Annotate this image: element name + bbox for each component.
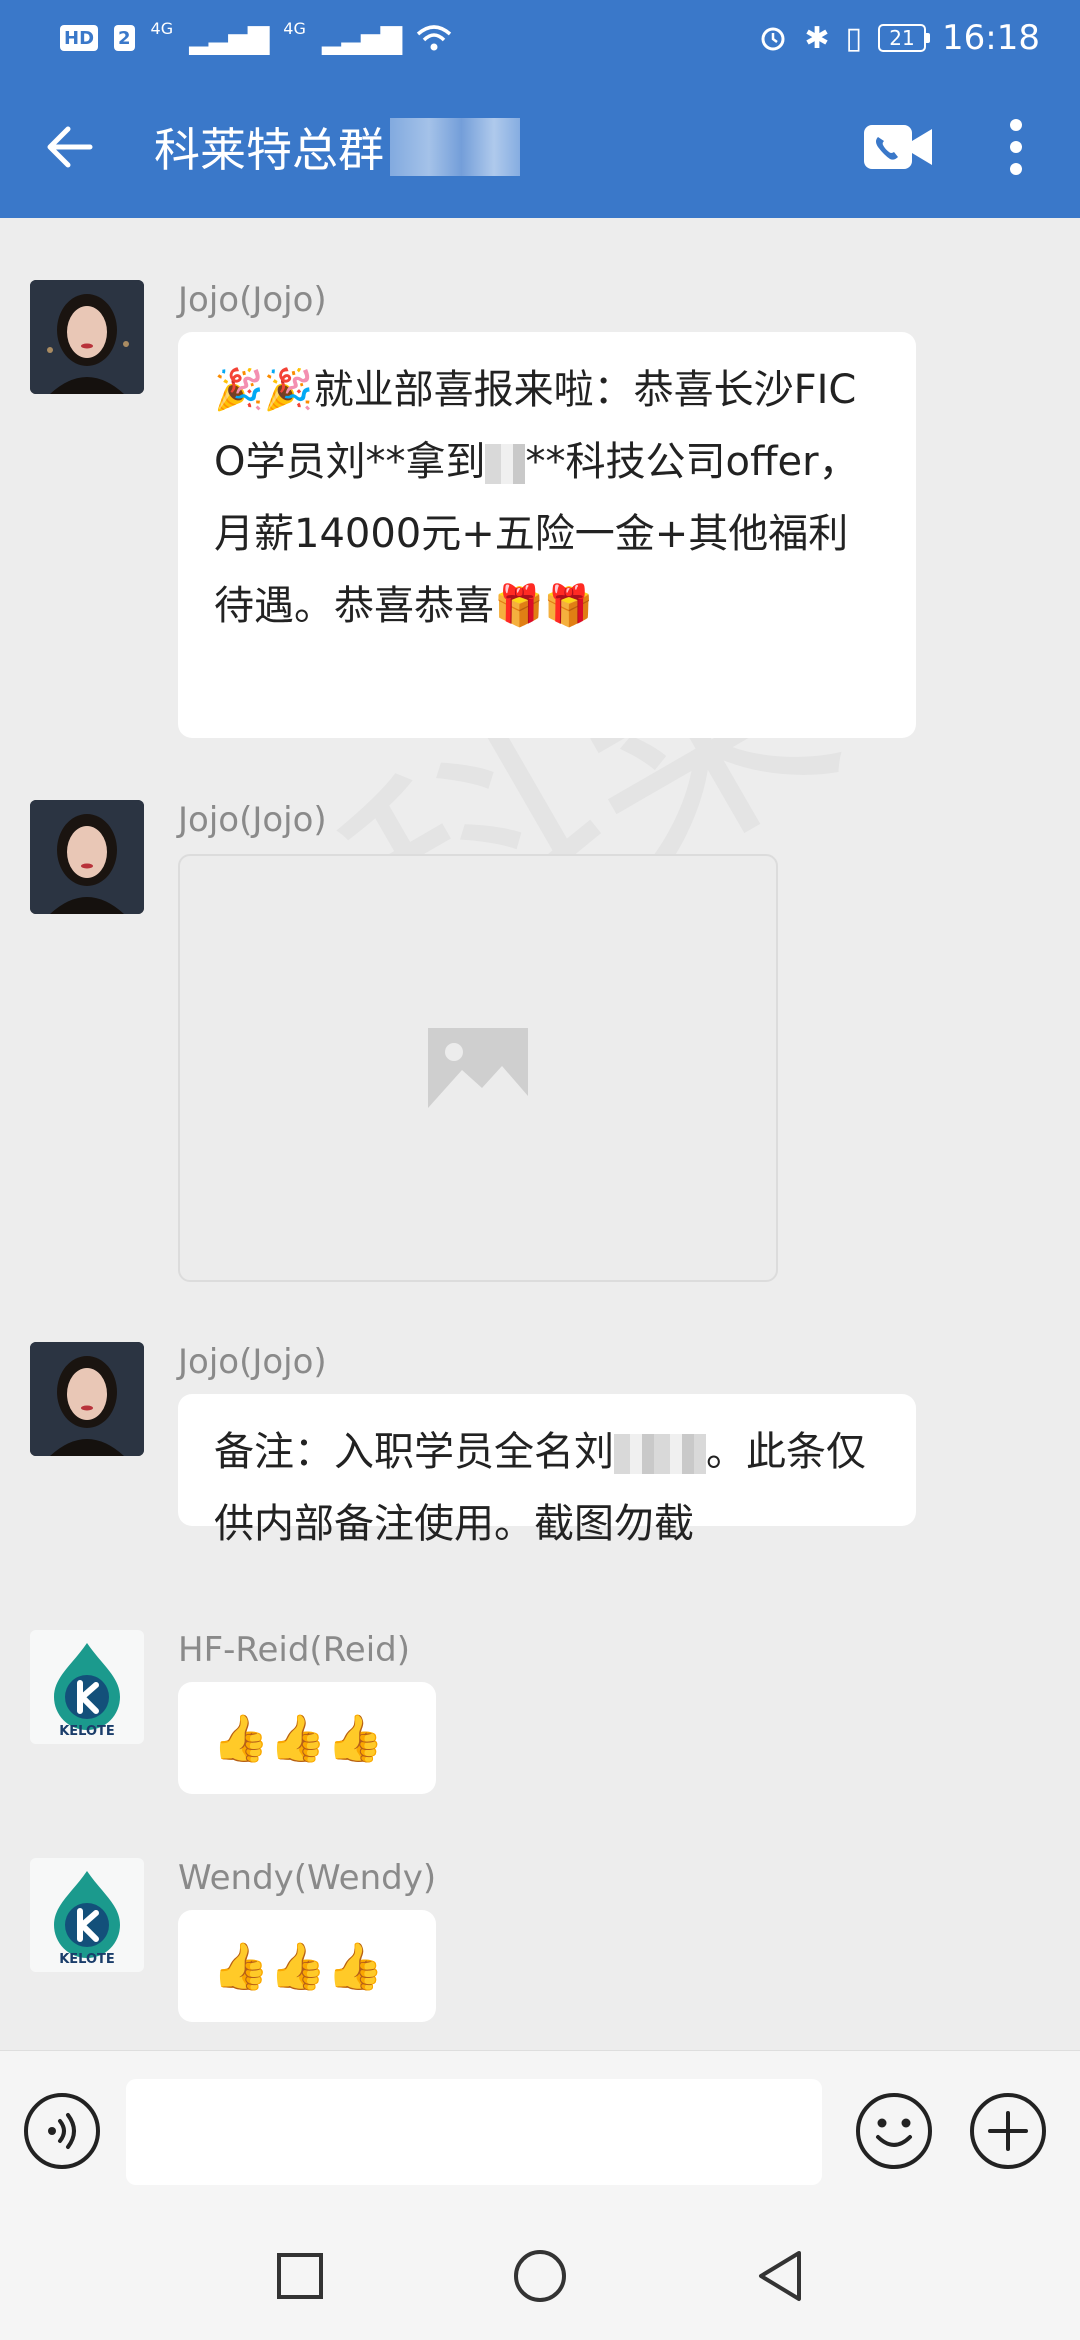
plus-icon bbox=[970, 2093, 1046, 2169]
svg-text:KELOTE: KELOTE bbox=[59, 1952, 115, 1965]
home-button[interactable] bbox=[508, 2244, 572, 2308]
message-input[interactable] bbox=[126, 2079, 822, 2185]
person-photo-icon bbox=[30, 800, 144, 914]
input-bar bbox=[0, 2050, 1080, 2213]
kelote-logo-icon: KELOTE bbox=[54, 1643, 120, 1737]
status-left: HD 2 4G ▂▃▅▇ 4G ▂▃▅▇ bbox=[60, 18, 452, 55]
message-text: 备注：入职学员全名刘 bbox=[214, 1429, 614, 1475]
avatar[interactable] bbox=[30, 1342, 144, 1456]
sender-name: HF-Reid(Reid) bbox=[178, 1630, 411, 1670]
back-nav-button[interactable] bbox=[748, 2244, 812, 2308]
back-icon bbox=[759, 2251, 801, 2301]
video-call-icon bbox=[864, 125, 932, 169]
message-bubble[interactable]: 👍👍👍 bbox=[178, 1910, 436, 2022]
person-photo-icon bbox=[30, 280, 144, 394]
more-vertical-icon bbox=[1010, 119, 1022, 175]
message-bubble[interactable]: 👍👍👍 bbox=[178, 1682, 436, 1794]
recent-apps-icon bbox=[277, 2253, 323, 2299]
hd-badge: HD bbox=[60, 25, 99, 51]
clock: 16:18 bbox=[942, 18, 1040, 58]
back-arrow-icon bbox=[47, 126, 93, 168]
signal-icon: ▂▃▅▇ bbox=[189, 21, 269, 55]
system-nav-bar bbox=[0, 2212, 1080, 2340]
sender-name: Jojo(Jojo) bbox=[178, 1342, 327, 1382]
wifi-icon bbox=[416, 25, 452, 51]
sender-name: Jojo(Jojo) bbox=[178, 280, 327, 320]
person-photo-icon bbox=[30, 1342, 144, 1456]
avatar[interactable] bbox=[30, 280, 144, 394]
avatar[interactable]: KELOTE bbox=[30, 1858, 144, 1972]
more-button[interactable] bbox=[986, 111, 1046, 183]
network-2: 4G bbox=[283, 18, 306, 38]
emoji-button[interactable] bbox=[854, 2091, 934, 2171]
svg-text:KELOTE: KELOTE bbox=[59, 1724, 115, 1737]
sender-name: Wendy(Wendy) bbox=[178, 1858, 437, 1898]
redacted-text bbox=[485, 444, 526, 484]
image-placeholder-icon bbox=[428, 1028, 528, 1108]
message-emoji: 👍👍👍 bbox=[212, 1939, 384, 1993]
status-bar: HD 2 4G ▂▃▅▇ 4G ▂▃▅▇ ✱ ▯ 21 16:18 bbox=[0, 0, 1080, 76]
image-message[interactable] bbox=[178, 854, 778, 1282]
redacted-text bbox=[614, 1434, 706, 1474]
avatar[interactable]: KELOTE bbox=[30, 1630, 144, 1744]
sender-name: Jojo(Jojo) bbox=[178, 800, 327, 840]
avatar[interactable] bbox=[30, 800, 144, 914]
message-bubble[interactable]: 备注：入职学员全名刘 。此条仅供内部备注使用。截图勿截 bbox=[178, 1394, 916, 1547]
recent-apps-button[interactable] bbox=[268, 2244, 332, 2308]
more-options-button[interactable] bbox=[968, 2091, 1048, 2171]
vibrate-icon: ▯ bbox=[845, 20, 863, 56]
chat-area[interactable]: 科莱 Jojo(Jojo) 🎉🎉就业部喜报来啦：恭喜长沙FICO学员刘**拿到*… bbox=[0, 218, 1080, 2050]
redacted-title-suffix bbox=[390, 118, 520, 176]
alarm-icon bbox=[761, 27, 785, 51]
home-icon bbox=[514, 2250, 566, 2302]
bluetooth-icon: ✱ bbox=[804, 20, 830, 56]
video-call-button[interactable] bbox=[858, 111, 938, 183]
chat-title-text: 科莱特总群 bbox=[154, 123, 384, 177]
signal-icon-2: ▂▃▅▇ bbox=[321, 21, 402, 55]
battery-indicator: 21 bbox=[878, 24, 931, 52]
emoji-icon bbox=[856, 2093, 932, 2169]
network-1: 4G bbox=[150, 18, 174, 38]
message-emoji: 👍👍👍 bbox=[212, 1711, 384, 1765]
chat-title: 科莱特总群 bbox=[154, 114, 858, 180]
kelote-logo-icon: KELOTE bbox=[54, 1871, 120, 1965]
title-bar: 科莱特总群 bbox=[0, 76, 1080, 218]
voice-icon bbox=[24, 2093, 100, 2169]
status-right: ✱ ▯ 21 16:18 bbox=[758, 18, 1040, 58]
message-bubble[interactable]: 🎉🎉就业部喜报来啦：恭喜长沙FICO学员刘**拿到 **科技公司offer，月薪1… bbox=[178, 332, 916, 738]
voice-button[interactable] bbox=[22, 2091, 102, 2171]
back-button[interactable] bbox=[34, 111, 106, 183]
sim-badge: 2 bbox=[114, 25, 135, 51]
